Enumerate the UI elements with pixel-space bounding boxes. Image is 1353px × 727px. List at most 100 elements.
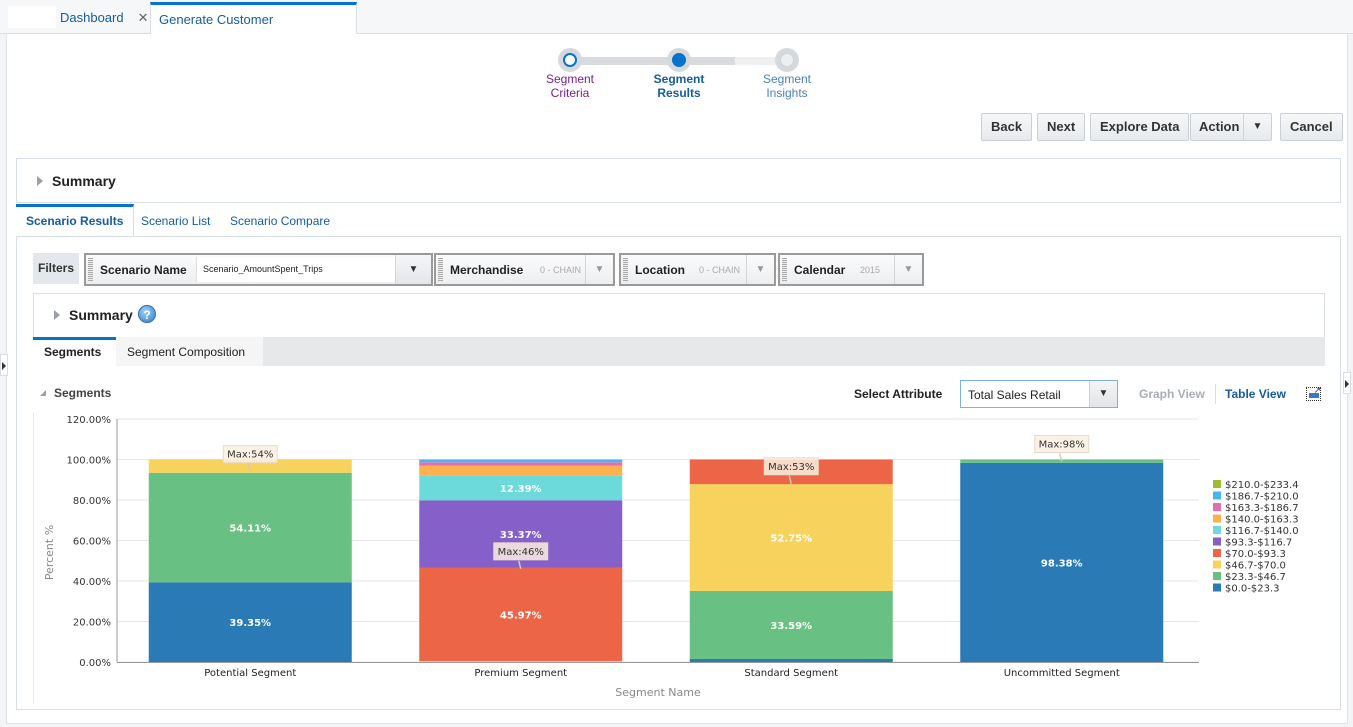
drag-handle-icon[interactable] [438, 258, 443, 282]
tab-placeholder [8, 6, 56, 28]
graph-view-link[interactable]: Graph View [1139, 387, 1205, 401]
x-tick-label: Uncommitted Segment [1004, 668, 1120, 679]
chevron-down-icon[interactable]: ▼ [1089, 381, 1117, 407]
collapse-triangle-icon[interactable] [40, 390, 46, 396]
segments-section-header[interactable]: Segments [40, 386, 111, 400]
bar-segment[interactable] [419, 462, 623, 466]
x-tick-label: Premium Segment [474, 668, 567, 679]
x-tick-label: Potential Segment [204, 668, 296, 679]
y-tick-label: 60.00% [73, 537, 111, 548]
chevron-down-icon[interactable]: ▼ [585, 255, 613, 284]
train-label-segment-insights[interactable]: Segment Insights [747, 72, 827, 100]
explore-data-button[interactable]: Explore Data [1090, 113, 1190, 141]
chevron-down-icon[interactable]: ▼ [395, 255, 431, 284]
train-label-segment-results: Segment Results [653, 72, 705, 100]
legend-item[interactable]: $210.0-$233.4 [1225, 480, 1299, 491]
back-button[interactable]: Back [981, 113, 1033, 141]
data-label: 45.97% [500, 610, 542, 621]
tab-scenario-compare[interactable]: Scenario Compare [220, 204, 340, 237]
legend-swatch [1213, 514, 1221, 523]
merchandise-value: 0 - CHAIN [540, 265, 582, 275]
legend-item[interactable]: $116.7-$140.0 [1225, 526, 1299, 537]
legend-item[interactable]: $70.0-$93.3 [1225, 549, 1286, 560]
data-label: 52.75% [770, 534, 812, 545]
segments-section-title: Segments [54, 386, 112, 400]
location-label: Location [635, 263, 685, 277]
legend-swatch [1213, 537, 1221, 546]
legend-item[interactable]: $186.7-$210.0 [1225, 492, 1299, 503]
bar-segment[interactable] [419, 465, 623, 476]
tab-segments[interactable]: Segments [33, 337, 116, 366]
bar-segment[interactable] [689, 658, 893, 662]
expand-right-icon [2, 362, 6, 370]
data-label: 12.39% [500, 484, 542, 495]
merchandise-filter[interactable]: Merchandise 0 - CHAIN ▼ [434, 253, 615, 286]
process-train: Segment Criteria Segment Results Segment In… [540, 44, 830, 104]
data-label: 39.35% [229, 618, 271, 629]
scenario-summary-panel: Summary ? [33, 293, 1325, 337]
summary-panel: Summary [16, 158, 1341, 203]
scenario-name-filter[interactable]: Scenario Name Scenario_AmountSpent_Trips… [84, 253, 433, 286]
filters-label: Filters [33, 253, 79, 284]
legend-item[interactable]: $140.0-$163.3 [1225, 515, 1299, 526]
x-axis-title: Segment Name [615, 686, 701, 699]
train-stop-segment-criteria[interactable] [558, 48, 582, 72]
scenario-name-select[interactable]: Scenario_AmountSpent_Trips [196, 257, 396, 282]
select-attribute-label: Select Attribute [854, 387, 943, 401]
legend-swatch [1213, 572, 1221, 580]
action-button-label: Action [1199, 119, 1240, 134]
legend-item[interactable]: $23.3-$46.7 [1225, 572, 1286, 583]
action-menu-button[interactable]: Action ▼ [1190, 113, 1272, 141]
y-tick-label: 80.00% [73, 496, 111, 507]
merchandise-label: Merchandise [450, 263, 524, 277]
data-label: 33.37% [500, 530, 542, 541]
calendar-label: Calendar [794, 263, 846, 277]
legend-swatch [1213, 583, 1221, 592]
expand-right-icon [1345, 380, 1349, 388]
legend-item[interactable]: $93.3-$116.7 [1225, 538, 1292, 549]
chevron-down-icon[interactable]: ▼ [746, 255, 774, 284]
tab-generate-customer-segment[interactable]: Generate Customer Segment✕ [150, 2, 357, 56]
select-attribute-dropdown[interactable]: Total Sales Retail ▼ [960, 380, 1118, 408]
max-annotation: Max:46% [498, 547, 544, 558]
location-filter[interactable]: Location 0 - CHAIN ▼ [619, 253, 776, 286]
circle-outline-icon [563, 53, 577, 67]
train-label-segment-criteria[interactable]: Segment Criteria [530, 72, 610, 100]
bar-segment[interactable] [419, 660, 623, 662]
drag-handle-icon[interactable] [88, 258, 93, 282]
chevron-down-icon[interactable]: ▼ [894, 255, 922, 284]
data-label: 98.38% [1041, 558, 1083, 569]
summary-panel-title[interactable]: Summary [52, 173, 116, 189]
next-button[interactable]: Next [1037, 113, 1086, 141]
segment-tabs: Segments Segment Composition [33, 337, 1325, 366]
tab-dashboard[interactable]: Dashboard ✕ [52, 2, 157, 34]
train-stop-segment-insights[interactable] [775, 48, 799, 72]
scenario-name-label: Scenario Name [100, 263, 187, 277]
scenario-summary-title[interactable]: Summary [69, 307, 133, 323]
table-view-link[interactable]: Table View [1225, 387, 1286, 401]
expand-triangle-icon[interactable] [37, 176, 43, 186]
tab-scenario-list[interactable]: Scenario List [131, 204, 220, 237]
legend-item[interactable]: $0.0-$23.3 [1225, 584, 1280, 595]
tab-scenario-results[interactable]: Scenario Results [16, 204, 135, 237]
drag-handle-icon[interactable] [623, 258, 628, 282]
close-icon[interactable]: ✕ [138, 10, 149, 25]
stacked-bar-chart: 0.00% 20.00% 40.00% 60.00% 80.00% 100.00% 120.… [43, 415, 1299, 699]
tab-segment-composition[interactable]: Segment Composition [116, 337, 263, 366]
right-panel-splitter[interactable] [1343, 372, 1351, 394]
help-icon[interactable]: ? [138, 305, 156, 323]
legend-item[interactable]: $163.3-$186.7 [1225, 503, 1299, 514]
legend-item[interactable]: $46.7-$70.0 [1225, 561, 1286, 572]
drag-handle-icon[interactable] [782, 258, 787, 282]
bar-segment[interactable] [419, 459, 623, 463]
legend-swatch [1213, 526, 1221, 534]
max-annotation: Max:54% [227, 450, 273, 461]
expand-triangle-icon[interactable] [54, 310, 60, 320]
left-panel-splitter[interactable] [0, 354, 8, 376]
cancel-button[interactable]: Cancel [1280, 113, 1343, 141]
train-stop-segment-results[interactable] [667, 48, 691, 72]
detach-chart-icon[interactable]: ↗ [1306, 385, 1321, 401]
legend-swatch [1213, 560, 1221, 569]
calendar-filter[interactable]: Calendar 2015 ▼ [778, 253, 924, 286]
chevron-down-icon[interactable]: ▼ [1243, 114, 1271, 140]
